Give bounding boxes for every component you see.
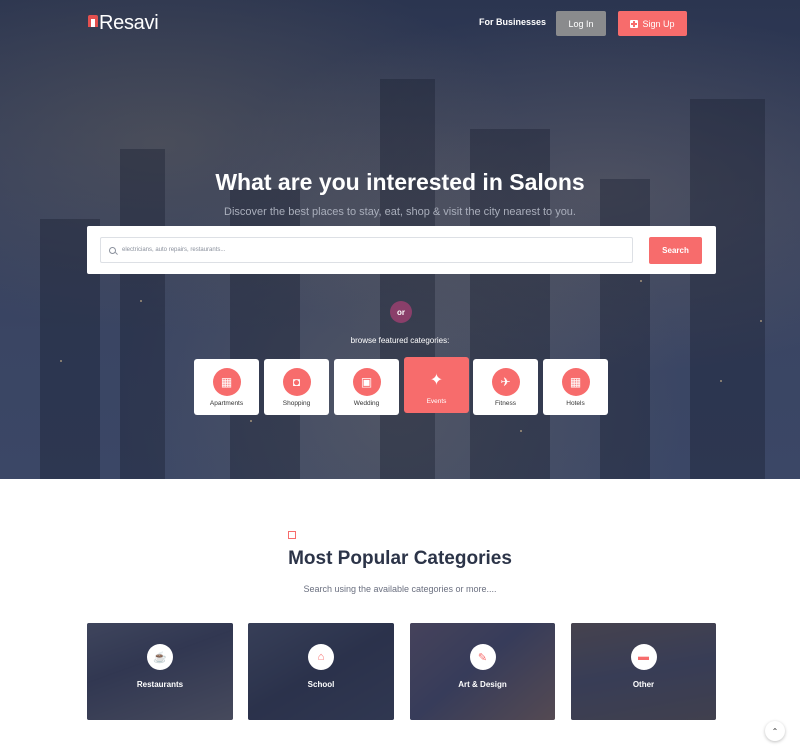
category-hotels[interactable]: ▦ Hotels [543, 359, 608, 415]
logo-icon [88, 15, 98, 27]
search-placeholder: electricians, auto repairs, restaurants.… [122, 247, 226, 253]
signup-label: Sign Up [642, 18, 675, 29]
category-wedding[interactable]: ▣ Wedding [334, 359, 399, 415]
section-marker-icon [288, 531, 296, 539]
category-label: Fitness [495, 400, 516, 407]
category-label: Events [426, 398, 447, 405]
truck-icon: ▬ [630, 644, 657, 670]
category-label: Hotels [566, 400, 585, 407]
shopping-bag-icon: ◘ [282, 368, 311, 396]
hero-subtitle: Discover the best places to stay, eat, s… [224, 206, 576, 218]
chevron-up-icon: ⌃ [771, 726, 779, 736]
popular-card-label: School [307, 680, 335, 689]
top-nav: Resavi For Businesses Log In Sign Up [0, 0, 800, 46]
popular-card-restaurants[interactable]: ☕ Restaurants [87, 623, 233, 720]
hotel-icon: ▦ [561, 368, 590, 396]
search-button[interactable]: Search [649, 237, 702, 264]
or-badge: or [390, 301, 412, 323]
search-icon [109, 246, 116, 254]
calendar-heart-icon: ▣ [352, 368, 381, 396]
category-fitness[interactable]: ✈ Fitness [473, 359, 538, 415]
category-label: Wedding [353, 400, 380, 407]
login-button[interactable]: Log In [556, 11, 606, 36]
popular-card-school[interactable]: ⌂ School [248, 623, 394, 720]
popular-card-label: Restaurants [136, 680, 184, 689]
section-subtitle: Search using the available categories or… [303, 584, 497, 594]
logo[interactable]: Resavi [88, 11, 159, 34]
hero-section: Resavi For Businesses Log In Sign Up Wha… [0, 0, 800, 479]
browse-label: browse featured categories: [350, 336, 450, 345]
search-panel: electricians, auto repairs, restaurants.… [87, 226, 716, 274]
category-label: Shopping [282, 400, 311, 407]
category-label: Apartments [209, 400, 244, 407]
brush-icon: ✎ [469, 644, 496, 670]
runner-icon: ✈ [491, 368, 520, 396]
hero-title: What are you interested in Salons [215, 169, 585, 195]
scroll-to-top-button[interactable]: ⌃ [765, 721, 785, 741]
plus-square-icon [630, 19, 639, 28]
category-events[interactable]: ✦ Events [404, 357, 469, 413]
school-icon: ⌂ [308, 644, 334, 670]
section-title: Most Popular Categories [288, 548, 512, 569]
category-apartments[interactable]: ▦ Apartments [194, 359, 259, 415]
search-input[interactable]: electricians, auto repairs, restaurants.… [100, 237, 633, 263]
popular-card-other[interactable]: ▬ Other [571, 623, 716, 720]
popular-card-label: Art & Design [458, 680, 507, 689]
for-businesses-link[interactable]: For Businesses [479, 17, 546, 27]
coffee-cup-icon: ☕ [147, 644, 173, 670]
popular-card-art-design[interactable]: ✎ Art & Design [410, 623, 555, 720]
building-icon: ▦ [212, 368, 241, 396]
logo-text: Resavi [99, 11, 159, 34]
popular-card-label: Other [632, 680, 655, 689]
maple-leaf-icon: ✦ [429, 372, 444, 389]
signup-button[interactable]: Sign Up [618, 11, 687, 36]
category-shopping[interactable]: ◘ Shopping [264, 359, 329, 415]
